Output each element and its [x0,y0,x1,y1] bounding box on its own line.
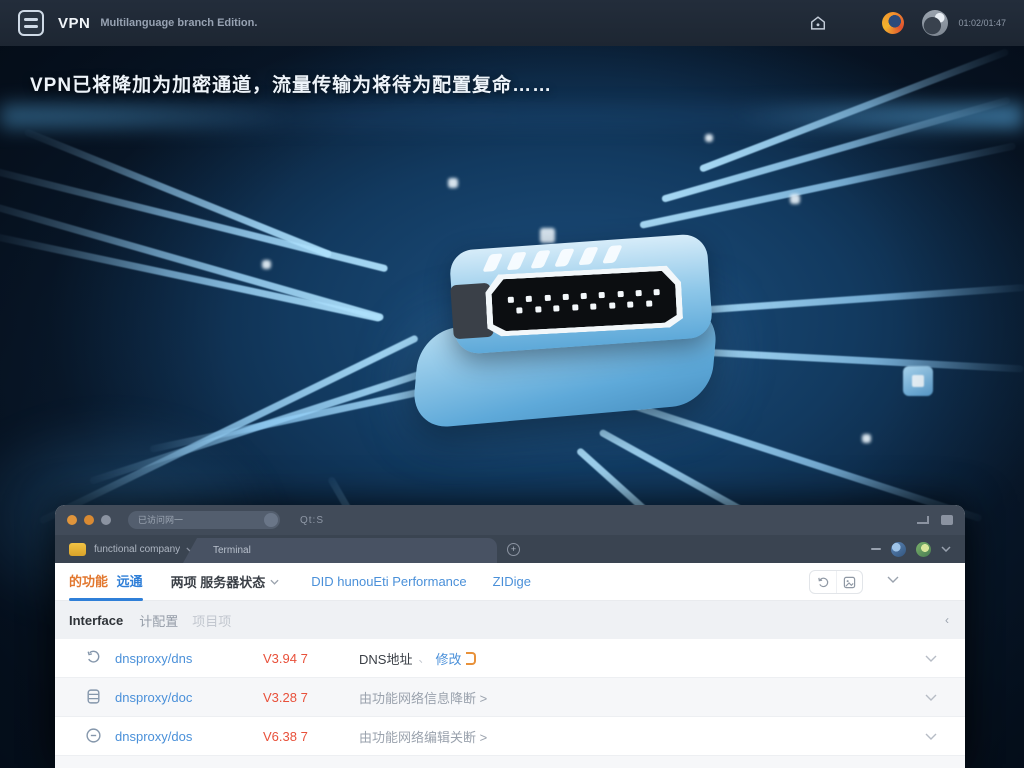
section-subtitle-2: 项目项 [192,611,231,630]
hamburger-menu-icon[interactable] [846,13,864,33]
sync-circle-icon [85,649,103,667]
firefox-browser-icon[interactable] [882,12,904,34]
section-collapse-icon[interactable]: ‹ [945,613,951,627]
section-header: Interface 计配置 项目项 ‹ [55,601,965,639]
active-tab-underline [69,598,143,601]
row-description: DNS地址 [359,649,412,668]
chevron-down-icon[interactable] [925,733,937,740]
service-version: V3.94 7 [263,651,359,666]
service-version: V6.38 7 [263,729,359,744]
database-icon [85,688,103,706]
app-logo-icon[interactable] [18,10,44,36]
window-titlebar: 已访问网一 Qt:S [55,505,965,535]
nav-tab-server-status[interactable]: 两项 服务器状态 [171,572,280,591]
user-avatar[interactable] [922,10,948,36]
window-minimize-button[interactable] [84,515,94,525]
service-name[interactable]: dnsproxy/doc [115,690,263,705]
chevron-down-icon[interactable] [887,576,899,583]
tab-active[interactable]: Terminal [183,538,497,563]
section-subtitle-1: 计配置 [139,611,178,630]
service-name[interactable]: dnsproxy/dos [115,729,263,744]
refresh-icon[interactable] [810,571,836,593]
nav-tab-active-label-orange: 的功能 [69,574,108,589]
home-icon[interactable] [808,13,828,33]
nav-tab-more[interactable]: ZIDige [493,574,531,589]
table-row[interactable]: dnsproxy/doc V3.28 7 由功能网络信息降断 > [55,678,965,717]
panel-icon[interactable] [941,515,953,525]
service-name[interactable]: dnsproxy/dns [115,651,263,666]
window-close-button[interactable] [67,515,77,525]
app-subtitle: Multilanguage branch Edition. [100,17,257,29]
row-description: 由功能网络编辑关断 > [359,727,487,746]
bracket-icon [466,652,476,665]
chevron-down-icon[interactable] [925,694,937,701]
circle-dash-icon [85,727,103,745]
table-row[interactable]: dnsproxy/dns V3.94 7 DNS地址 、 修改 [55,639,965,678]
service-version: V3.28 7 [263,690,359,705]
app-favicon [69,543,86,556]
row-separator: 、 [418,650,429,666]
window-zoom-button[interactable] [101,515,111,525]
nav-tabs-row: 的功能 远通 两项 服务器状态 DID hunouEti Performance… [55,563,965,601]
tabbar-controls [871,535,951,563]
chevron-down-icon[interactable] [925,655,937,662]
edit-link[interactable]: 修改 [435,649,461,668]
profile-blue-icon[interactable] [891,542,906,557]
nav-tab-active-label-blue: 远通 [117,574,143,589]
document-image-icon[interactable] [836,571,862,593]
titlebar-controls [917,515,953,525]
table-row-partial [55,756,965,768]
profile-green-icon[interactable] [916,542,931,557]
window-tabbar: functional company Terminal + [55,535,965,563]
app-header: VPN Multilanguage branch Edition. 01:02/… [0,0,1024,46]
nav-tab-active[interactable]: 的功能 远通 [69,571,143,592]
tab-primary[interactable]: functional company [94,544,180,555]
table-row[interactable]: dnsproxy/dos V6.38 7 由功能网络编辑关断 > [55,717,965,756]
header-clock: 01:02/01:47 [958,18,1006,28]
nav-tab-performance[interactable]: DID hunouEti Performance [311,574,466,589]
nav-toolbar-group [809,570,863,594]
restore-icon[interactable] [917,516,929,524]
address-bar[interactable]: 已访问网一 [128,511,280,529]
new-tab-button[interactable]: + [507,543,520,556]
minimize-icon[interactable] [871,548,881,550]
app-title: VPN [58,15,90,32]
address-bar-cap [264,513,278,527]
app-window: 已访问网一 Qt:S functional company Terminal + [55,505,965,768]
address-text: 已访问网一 [138,515,183,525]
header-actions: 01:02/01:47 [808,10,1006,36]
nav-tab-server-status-label: 两项 服务器状态 [171,572,266,591]
titlebar-label: Qt:S [300,515,324,526]
section-title: Interface [69,613,123,628]
chevron-down-icon[interactable] [941,546,951,552]
row-description: 由功能网络信息降断 > [359,688,487,707]
hero-headline: VPN已将降加为加密通道，流量传输为将待为配置复命…… [30,70,552,97]
